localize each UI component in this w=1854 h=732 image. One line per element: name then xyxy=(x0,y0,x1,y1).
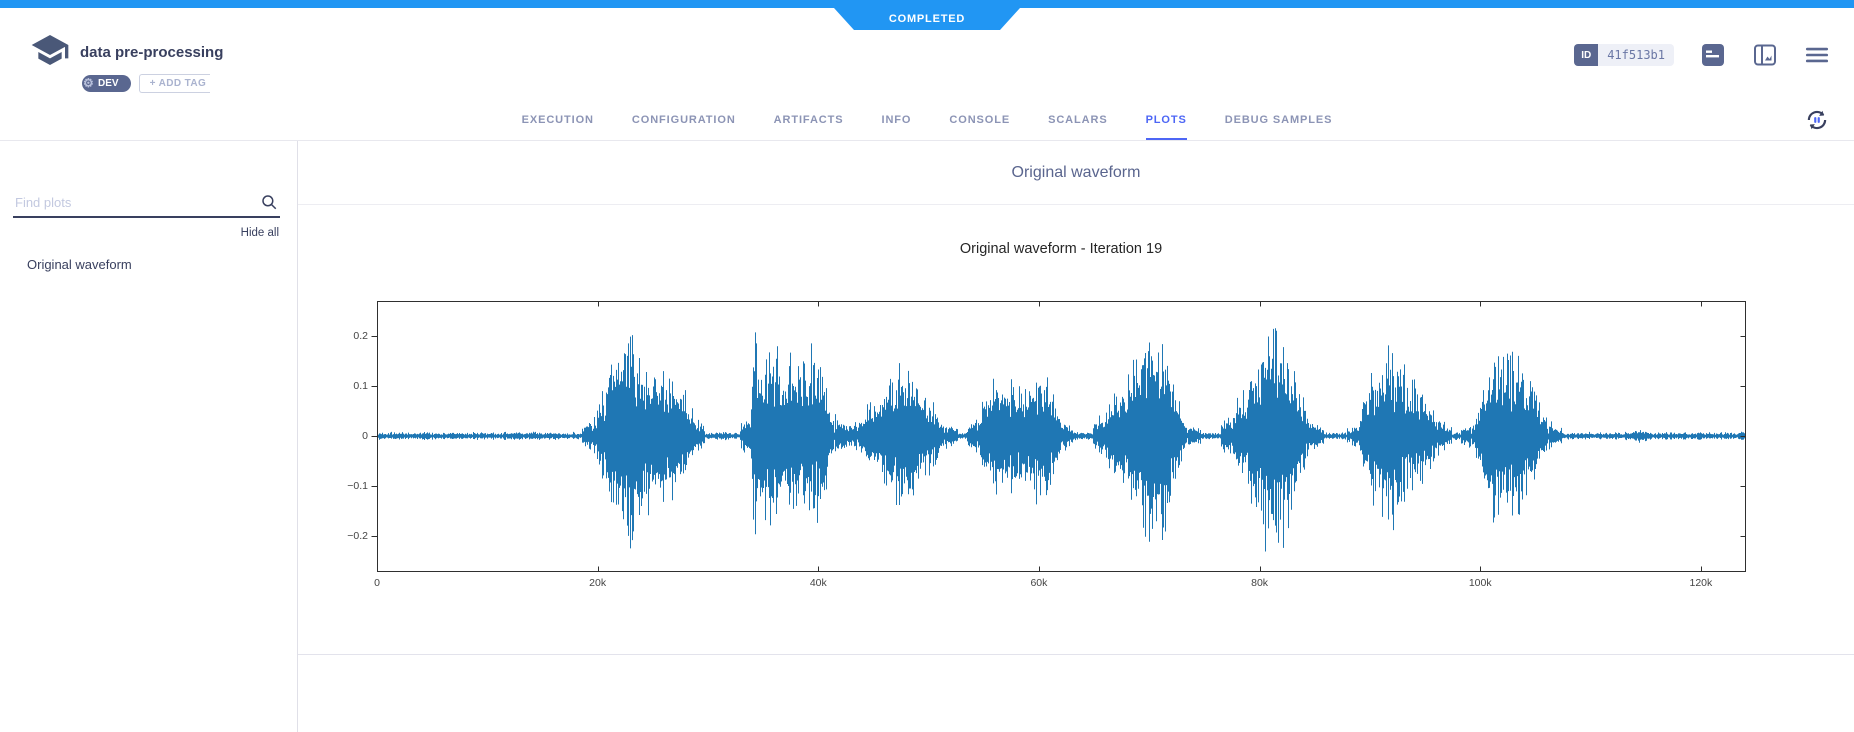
plot-group-header: Original waveform xyxy=(298,141,1854,205)
content-area: Hide all Original waveform Original wave… xyxy=(0,141,1854,732)
search-icon[interactable] xyxy=(260,193,278,211)
tab-configuration[interactable]: CONFIGURATION xyxy=(632,100,736,140)
status-badge: COMPLETED xyxy=(834,8,1020,30)
id-value: 41f513b1 xyxy=(1598,44,1674,66)
find-plots-input[interactable] xyxy=(13,191,280,218)
tab-plots[interactable]: PLOTS xyxy=(1146,100,1187,140)
tabs: EXECUTION CONFIGURATION ARTIFACTS INFO C… xyxy=(0,100,1854,140)
tag-dev-label: DEV xyxy=(98,78,119,89)
plots-main-panel: Original waveform Original waveform - It… xyxy=(298,141,1854,732)
plot-group-title: Original waveform xyxy=(1012,164,1141,182)
waveform-canvas[interactable] xyxy=(329,285,1779,595)
plots-sidebar: Hide all Original waveform xyxy=(0,141,298,732)
gear-icon: ⚙ xyxy=(83,76,94,91)
tag-row: ⚙ DEV + ADD TAG xyxy=(82,74,210,93)
experiment-title: data pre-processing xyxy=(80,44,223,61)
top-status-bar xyxy=(0,0,1854,8)
tab-debug-samples[interactable]: DEBUG SAMPLES xyxy=(1225,100,1333,140)
experiment-id-badge[interactable]: ID 41f513b1 xyxy=(1574,44,1674,66)
tab-artifacts[interactable]: ARTIFACTS xyxy=(774,100,844,140)
tab-bar: EXECUTION CONFIGURATION ARTIFACTS INFO C… xyxy=(0,100,1854,141)
experiment-type-icon xyxy=(30,30,70,70)
plot-list-item[interactable]: Original waveform xyxy=(0,251,297,278)
log-details-icon[interactable] xyxy=(1700,42,1726,68)
tab-info[interactable]: INFO xyxy=(882,100,912,140)
tab-execution[interactable]: EXECUTION xyxy=(522,100,594,140)
tag-dev[interactable]: ⚙ DEV xyxy=(82,75,131,92)
auto-refresh-pause-icon[interactable] xyxy=(1804,107,1830,133)
plot-card: Original waveform - Iteration 19 xyxy=(298,205,1854,655)
header-actions: ID 41f513b1 xyxy=(1574,42,1830,68)
hide-all-link[interactable]: Hide all xyxy=(241,227,279,239)
plot-search xyxy=(13,191,280,218)
add-tag-button[interactable]: + ADD TAG xyxy=(139,74,211,93)
id-label: ID xyxy=(1574,44,1598,66)
status-label: COMPLETED xyxy=(889,13,965,25)
chart-title: Original waveform - Iteration 19 xyxy=(377,241,1745,257)
side-panel-chart-icon[interactable] xyxy=(1752,42,1778,68)
tab-console[interactable]: CONSOLE xyxy=(949,100,1010,140)
tab-scalars[interactable]: SCALARS xyxy=(1048,100,1107,140)
hamburger-menu-icon[interactable] xyxy=(1804,42,1830,68)
plot-list: Original waveform xyxy=(0,251,297,278)
